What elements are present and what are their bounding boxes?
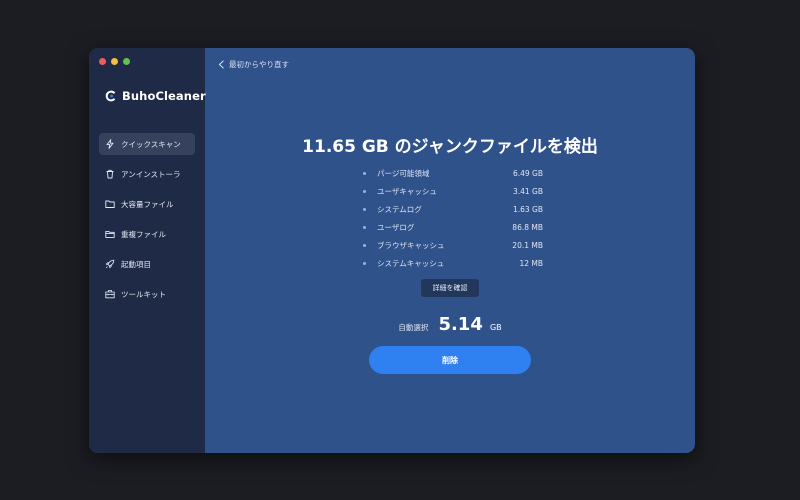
- bullet-icon: [363, 243, 366, 247]
- auto-select-summary: 自動選択 5.14 GB: [205, 314, 695, 335]
- chevron-left-icon: [218, 60, 224, 69]
- sidebar-item-label: 起動項目: [121, 259, 151, 269]
- buho-logo-icon: [105, 90, 116, 102]
- list-item: ユーザキャッシュ 3.41 GB: [363, 182, 543, 200]
- bullet-icon: [363, 189, 366, 193]
- sidebar-item-uninstaller[interactable]: アンインストーラ: [99, 163, 195, 185]
- junk-list: パージ可能領域 6.49 GB ユーザキャッシュ 3.41 GB システムログ …: [363, 164, 543, 272]
- junk-item-name: ユーザキャッシュ: [377, 186, 437, 196]
- view-details-button[interactable]: 詳細を確認: [421, 279, 479, 297]
- sidebar-item-label: 重複ファイル: [121, 229, 166, 239]
- sidebar-item-label: アンインストーラ: [121, 169, 181, 179]
- bullet-icon: [363, 171, 366, 175]
- sidebar-item-label: 大容量ファイル: [121, 199, 174, 209]
- lightning-icon: [105, 139, 115, 149]
- app-name: BuhoCleaner: [122, 89, 206, 103]
- list-item: システムキャッシュ 12 MB: [363, 254, 543, 272]
- junk-item-size: 12 MB: [519, 258, 543, 268]
- auto-select-label: 自動選択: [398, 323, 429, 332]
- sidebar-item-label: クイックスキャン: [121, 139, 181, 149]
- junk-item-size: 1.63 GB: [512, 204, 543, 214]
- sidebar-item-duplicate-files[interactable]: 重複ファイル: [99, 223, 195, 245]
- start-over-label: 最初からやり直す: [229, 60, 289, 69]
- bullet-icon: [363, 261, 366, 265]
- app-logo: BuhoCleaner: [105, 89, 206, 103]
- start-over-link[interactable]: 最初からやり直す: [218, 59, 289, 70]
- junk-item-name: システムログ: [377, 204, 422, 214]
- app-window: BuhoCleaner クイックスキャン アンインストーラ 大容量ファイル 重複…: [89, 48, 695, 453]
- sidebar-item-label: ツールキット: [121, 289, 166, 299]
- window-controls: [99, 58, 130, 65]
- list-item: パージ可能領域 6.49 GB: [363, 164, 543, 182]
- junk-item-size: 20.1 MB: [512, 240, 543, 250]
- zoom-window-button[interactable]: [123, 58, 130, 65]
- junk-item-size: 3.41 GB: [512, 186, 543, 196]
- bullet-icon: [363, 225, 366, 229]
- main-panel: 最初からやり直す 11.65 GB のジャンクファイルを検出 パージ可能領域 6…: [205, 48, 695, 453]
- sidebar-nav: クイックスキャン アンインストーラ 大容量ファイル 重複ファイル 起動項目 ツー…: [99, 133, 195, 313]
- list-item: システムログ 1.63 GB: [363, 200, 543, 218]
- junk-item-name: ユーザログ: [377, 222, 415, 232]
- auto-select-value: 5.14: [438, 314, 483, 335]
- auto-select-unit: GB: [489, 323, 502, 332]
- sidebar-item-quick-scan[interactable]: クイックスキャン: [99, 133, 195, 155]
- scan-result-headline: 11.65 GB のジャンクファイルを検出: [302, 137, 598, 157]
- junk-item-name: パージ可能領域: [377, 168, 430, 178]
- toolbox-icon: [105, 289, 115, 299]
- junk-item-size: 6.49 GB: [512, 168, 543, 178]
- rocket-icon: [105, 259, 115, 269]
- list-item: ブラウザキャッシュ 20.1 MB: [363, 236, 543, 254]
- junk-item-size: 86.8 MB: [512, 222, 543, 232]
- bullet-icon: [363, 207, 366, 211]
- folder-duplicate-icon: [105, 229, 115, 239]
- sidebar: BuhoCleaner クイックスキャン アンインストーラ 大容量ファイル 重複…: [89, 48, 206, 453]
- list-item: ユーザログ 86.8 MB: [363, 218, 543, 236]
- minimize-window-button[interactable]: [111, 58, 118, 65]
- sidebar-item-toolkit[interactable]: ツールキット: [99, 283, 195, 305]
- sidebar-item-startup-items[interactable]: 起動項目: [99, 253, 195, 275]
- trash-icon: [105, 169, 115, 179]
- delete-button[interactable]: 削除: [369, 346, 531, 374]
- sidebar-item-large-files[interactable]: 大容量ファイル: [99, 193, 195, 215]
- close-window-button[interactable]: [99, 58, 106, 65]
- junk-item-name: システムキャッシュ: [377, 258, 445, 268]
- folder-icon: [105, 199, 115, 209]
- junk-item-name: ブラウザキャッシュ: [377, 240, 445, 250]
